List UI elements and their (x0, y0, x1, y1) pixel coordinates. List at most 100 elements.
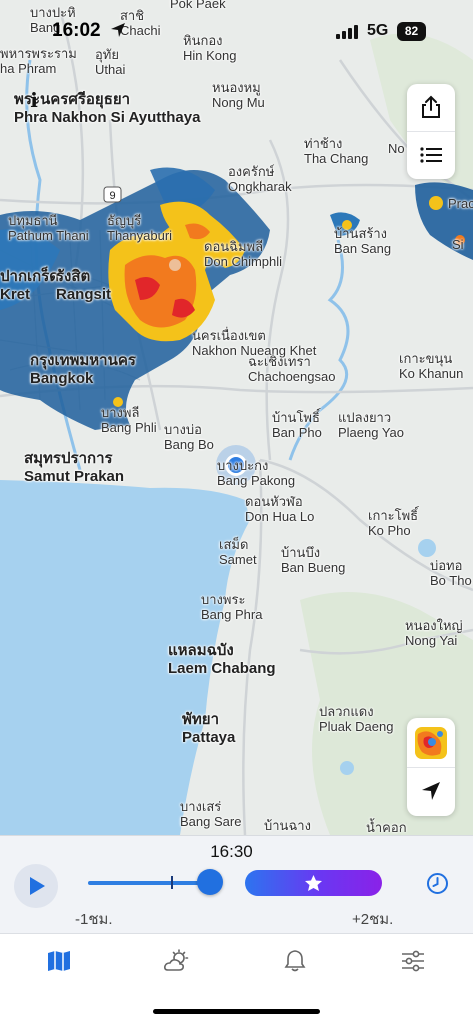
map-label-samet: เสม็ด Samet (219, 537, 257, 567)
tab-alerts[interactable] (275, 945, 315, 977)
map-label-english: Nong Yai (405, 633, 458, 648)
map-label-thai: บ้านโพธิ์ (272, 410, 320, 425)
map-label-english: Ko Khanun (399, 366, 464, 381)
map-label-thai: พัทยา (182, 711, 219, 728)
map-label-thai: สมุทรปราการ (24, 450, 113, 467)
signal-icon (336, 25, 358, 39)
map-label-english: Bangkok (30, 370, 94, 387)
map-label-pathum: ปทุมธานี Pathum Thani (8, 213, 89, 243)
location-arrow-icon (111, 23, 125, 37)
map-label-english: Tha Chang (304, 151, 369, 166)
map-label-english: Pattaya (182, 729, 236, 746)
map-label-chachoengsao: ฉะเชิงเทรา Chachoengsao (248, 354, 335, 384)
info-icon[interactable]: i (26, 88, 42, 114)
navigation-arrow-icon (422, 782, 440, 800)
map-label-thai: บ่อทอ (430, 558, 463, 573)
tab-map[interactable] (39, 945, 79, 977)
share-icon (422, 95, 440, 118)
map-label-english: Pathum Thani (8, 228, 89, 243)
map-label-bangbo: บางบ่อ Bang Bo (164, 422, 214, 452)
map-label-english: Don Hua Lo (245, 509, 315, 524)
timeline-slider-knob[interactable] (197, 869, 223, 895)
share-button[interactable] (407, 84, 455, 130)
map-label-thai: บางพลี (101, 405, 140, 420)
map-tools-panel (407, 718, 455, 816)
map-label-no: No (388, 141, 405, 156)
map-label-english: Uthai (95, 62, 126, 77)
play-icon (30, 877, 45, 895)
map-label-english: Kret (0, 286, 31, 303)
map-label-english: No (388, 141, 405, 156)
list-icon (420, 147, 442, 163)
map-label-thai: ดอนหัวฬ่อ (245, 494, 303, 509)
map-label-bangkok: กรุงเทพมหานคร Bangkok (30, 352, 136, 388)
map-label-banchang: บ้านฉาง (264, 818, 311, 833)
map-label-bangphra: บางพระ Bang Phra (201, 592, 262, 622)
map-label-thai: หนองใหญ่ (405, 618, 463, 633)
map-label-english: Bang Pakong (217, 473, 296, 488)
map-label-kokhanun: เกาะขนุน Ko Khanun (399, 351, 463, 381)
map-actions-panel (407, 84, 455, 179)
home-indicator (153, 1009, 320, 1014)
map-label-thai: น้ำคอก (366, 820, 407, 835)
list-button[interactable] (407, 132, 455, 178)
clock-icon[interactable] (426, 872, 449, 895)
status-bar: 16:02 5G 82 (0, 0, 473, 60)
map-label-english: Thanyaburi (107, 228, 173, 243)
timeline-end-label: +2ชม. (352, 911, 394, 928)
map-label-nongmu: หนองหมู Nong Mu (212, 80, 265, 110)
map-label-english: Bang Phra (201, 607, 263, 622)
status-time: 16:02 (52, 20, 101, 41)
map-icon (48, 951, 70, 971)
map-label-thai: องครักษ์ (228, 164, 275, 179)
map-label-english: Laem Chabang (168, 660, 276, 677)
timeline-now-tick (171, 876, 173, 889)
map-label-botho: บ่อทอ Bo Tho (430, 558, 472, 588)
map-label-bangsare: บางเสร่ Bang Sare (180, 799, 241, 829)
map-label-thanyaburi: ธัญบุรี Thanyaburi (107, 213, 172, 243)
map-label-thai: กรุงเทพมหานคร (30, 352, 136, 369)
weather-icon (164, 949, 189, 971)
map-label-thai: ปทุมธานี (8, 213, 58, 228)
tab-settings[interactable] (393, 945, 433, 977)
map-label-thai: ปลวกแดง (319, 704, 374, 719)
tab-weather[interactable] (157, 945, 197, 977)
radar-map[interactable]: 9 บางปะหิ Bang สาชิ Chachi Pok Paek หินกอง Hin… (0, 0, 473, 835)
map-label-thai: บางเสร่ (180, 799, 222, 814)
play-button[interactable] (14, 864, 58, 908)
map-label-kret: ปากเกร็ด Kret (0, 268, 59, 304)
radar-layer-button[interactable] (407, 720, 455, 766)
battery-level: 82 (397, 22, 426, 41)
map-label-thai: ฉะเชิงเทรา (248, 354, 311, 369)
map-label-thai: หนองหมู (212, 80, 261, 95)
timeline-time: 16:30 (210, 842, 253, 861)
map-label-thai: แหลมฉบัง (168, 642, 234, 659)
map-label-english: Ban Sang (334, 241, 392, 256)
map-label-english: Samut Prakan (24, 468, 125, 485)
locate-me-button[interactable] (407, 768, 455, 814)
map-label-english: Ban Bueng (281, 560, 346, 575)
forecast-segment[interactable] (245, 870, 382, 896)
map-label-thai: ปากเกร็ด (0, 268, 60, 285)
network-type: 5G (367, 22, 389, 39)
star-icon (305, 875, 322, 891)
map-label-prachin: Prac (448, 196, 473, 211)
map-label-thai: เสม็ด (219, 537, 249, 552)
map-label-thai: บ้านฉาง (264, 818, 311, 833)
map-label-thai: แปลงยาว (338, 410, 392, 425)
map-label-english: Don Chimphli (204, 254, 283, 269)
map-label-english: Nong Mu (212, 95, 265, 110)
map-label-thachang: ท่าช้าง Tha Chang (304, 136, 368, 166)
map-label-plaengyao: แปลงยาว Plaeng Yao (338, 410, 404, 440)
map-label-laemchabang: แหลมฉบัง Laem Chabang (168, 642, 276, 678)
map-label-english: Ongkharak (228, 179, 292, 194)
map-label-donhualo: ดอนหัวฬ่อ Don Hua Lo (245, 494, 314, 524)
map-label-english: Samet (219, 552, 257, 567)
map-label-thai: เกาะโพธิ์ (368, 508, 419, 523)
sliders-icon (402, 950, 424, 972)
map-label-bansang: บ้านสร้าง Ban Sang (334, 226, 391, 256)
map-label-bangphli: บางพลี Bang Phli (101, 405, 157, 435)
map-label-kopho: เกาะโพธิ์ Ko Pho (368, 508, 418, 538)
map-label-english: Chachoengsao (248, 369, 336, 384)
map-label-english: Prac (448, 196, 473, 211)
